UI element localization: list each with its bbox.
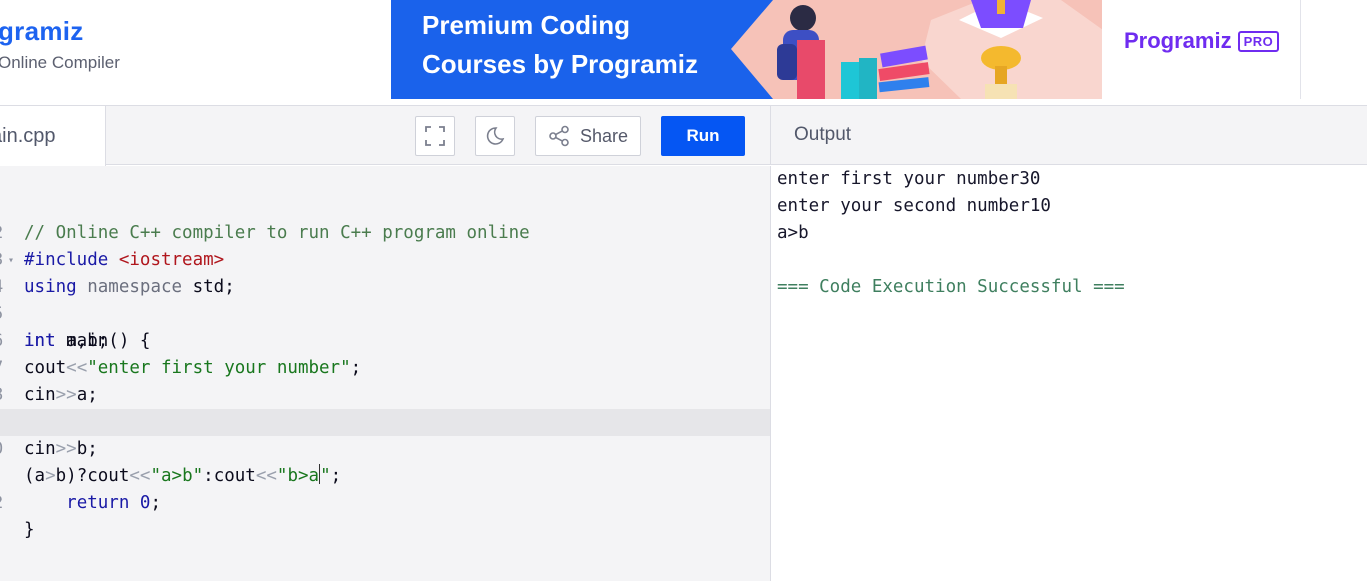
pro-badge: PRO: [1237, 30, 1280, 52]
file-tab[interactable]: ain.cpp: [0, 106, 106, 166]
banner-illustration: [731, 0, 1103, 99]
share-label: Share: [579, 125, 629, 146]
execution-status: === Code Execution Successful ===: [777, 277, 1125, 297]
code-line-9[interactable]: 9 cin>>b;: [0, 382, 770, 459]
share-button[interactable]: Share: [535, 116, 641, 156]
code-editor[interactable]: // Online C++ compiler to run C++ progra…: [0, 166, 770, 581]
pro-ad[interactable]: Programiz PRO: [1102, 0, 1301, 99]
output-line: a>b: [777, 223, 809, 243]
banner-line-2: Courses by Programiz: [422, 49, 698, 79]
output-line: enter your second number10: [777, 196, 1051, 216]
code-line-10-active[interactable]: 0 (a>b)?cout<<"a>b":cout<<"b>a";: [0, 409, 770, 486]
code-line-5[interactable]: 5 int a,b;: [0, 274, 770, 351]
line-number: 2: [0, 490, 7, 517]
code-line-8[interactable]: 8 cout<<"enter your second number";: [0, 355, 770, 432]
output-line: enter first your number30: [777, 169, 1041, 189]
code-line-7[interactable]: 7 cin>>a;: [0, 328, 770, 405]
file-tab-label: ain.cpp: [0, 125, 56, 147]
code-text: return 0;: [66, 493, 162, 513]
code-line-2[interactable]: 2 #include <iostream>: [0, 193, 770, 270]
brand-logo[interactable]: gramiz Online Compiler: [0, 16, 120, 73]
brand-name: gramiz: [0, 16, 84, 46]
share-icon: [549, 125, 569, 147]
code-line-3[interactable]: 3 using namespace std;: [0, 220, 770, 297]
fold-arrow-icon[interactable]: ▾: [8, 247, 14, 274]
theme-toggle-button[interactable]: [475, 116, 515, 156]
code-line-6[interactable]: 6 cout<<"enter first your number";: [0, 301, 770, 378]
code-line-11[interactable]: return 0;: [0, 436, 770, 513]
banner-line-1: Premium Coding: [422, 10, 631, 40]
fullscreen-button[interactable]: [415, 116, 455, 156]
code-line-4[interactable]: 4 ▾ int main() {: [0, 247, 770, 351]
banner-headline: Premium Coding Courses by Programiz: [422, 6, 698, 84]
output-header: Output: [770, 106, 1367, 165]
code-line-12[interactable]: 2 }: [0, 463, 770, 540]
output-title: Output: [794, 124, 852, 145]
fullscreen-icon: [425, 126, 445, 146]
header: gramiz Online Compiler Premium Coding Co…: [0, 0, 1367, 106]
editor-toolbar: ain.cpp Share Run: [0, 106, 770, 166]
code-line-1[interactable]: // Online C++ compiler to run C++ progra…: [0, 166, 770, 243]
output-panel[interactable]: enter first your number30 enter your sec…: [770, 166, 1367, 581]
brand-subtitle: Online Compiler: [0, 53, 120, 72]
code-text: }: [24, 520, 35, 540]
run-button[interactable]: Run: [661, 116, 745, 156]
programiz-pro-logo: Programiz PRO: [1124, 28, 1280, 54]
pro-logo-text: Programiz: [1124, 28, 1232, 53]
moon-icon: [486, 127, 505, 145]
ad-banner[interactable]: Premium Coding Courses by Programiz Prog…: [391, 0, 1301, 99]
